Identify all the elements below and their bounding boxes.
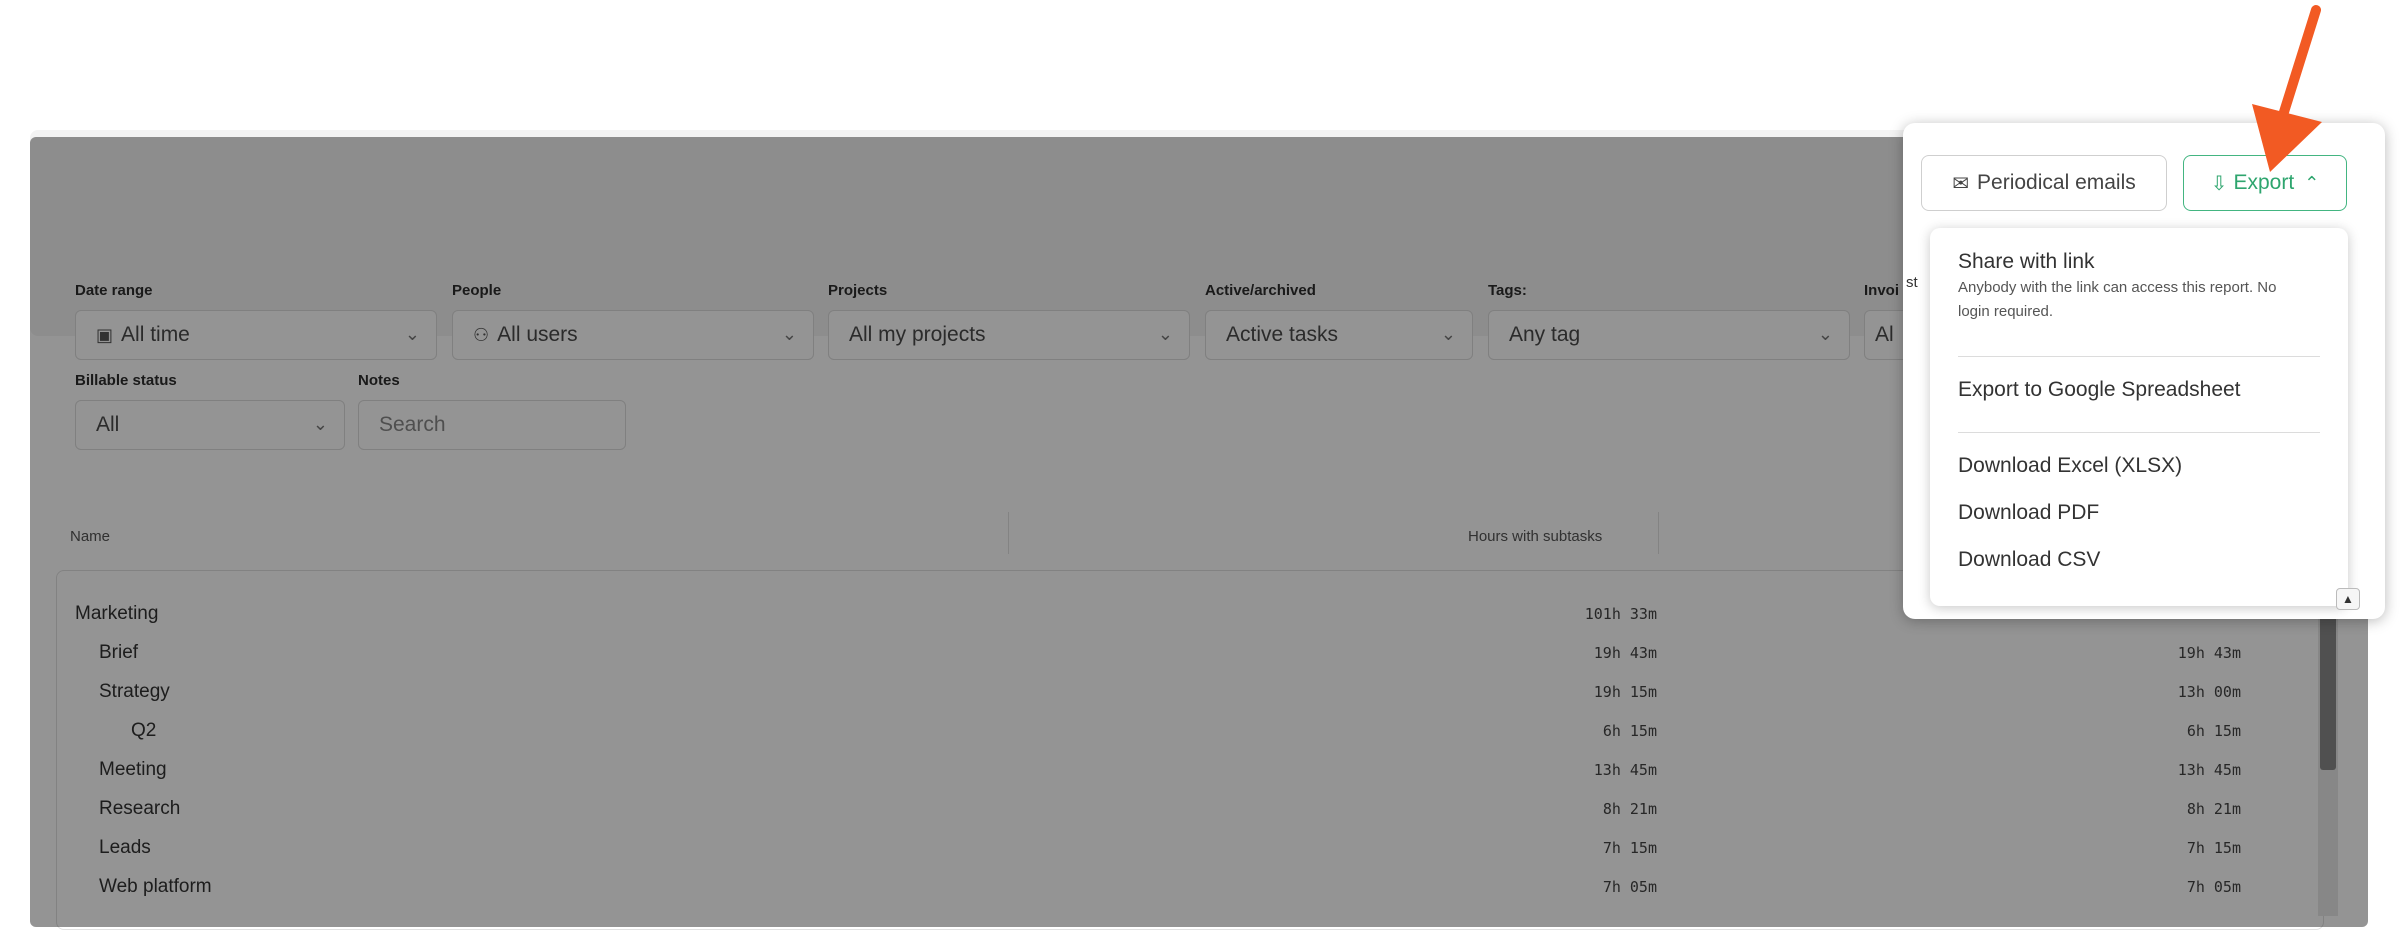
export-dropdown-menu: Share with link Anybody with the link ca… — [1930, 228, 2348, 606]
periodical-emails-label: Periodical emails — [1977, 171, 2136, 194]
export-popover: ✉ Periodical emails ⇩ Export ⌃ Share wit… — [1903, 123, 2385, 619]
mail-icon: ✉ — [1952, 172, 1970, 195]
partially-hidden-text: st — [1906, 274, 1918, 291]
download-excel-item[interactable]: Download Excel (XLSX) — [1958, 454, 2182, 478]
share-with-link-item[interactable]: Share with link — [1958, 250, 2095, 274]
download-pdf-item[interactable]: Download PDF — [1958, 501, 2099, 525]
menu-divider — [1958, 432, 2320, 433]
scroll-up-icon[interactable]: ▲ — [2336, 588, 2360, 610]
export-google-spreadsheet-item[interactable]: Export to Google Spreadsheet — [1958, 378, 2241, 402]
annotation-arrow-icon — [2252, 5, 2322, 172]
share-with-link-description: Anybody with the link can access this re… — [1958, 279, 2277, 320]
menu-divider — [1958, 356, 2320, 357]
download-csv-item[interactable]: Download CSV — [1958, 548, 2100, 572]
export-icon: ⇩ — [2210, 172, 2228, 195]
periodical-emails-button[interactable]: ✉ Periodical emails — [1921, 155, 2167, 211]
